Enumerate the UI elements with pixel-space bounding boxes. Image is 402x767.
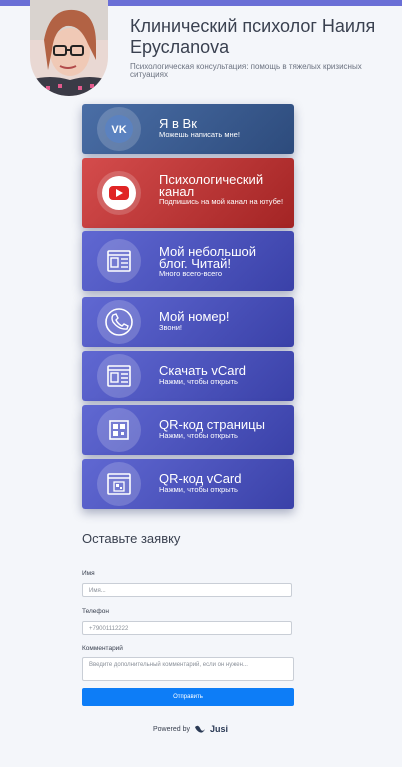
card-title: Психологический канал [159,172,264,199]
brand-name: Jusi [209,724,228,734]
card-title: QR-код vCard [159,471,242,486]
card-youtube[interactable]: Психологический канал Подпишись на мой к… [82,158,294,228]
card-title: Скачать vCard [159,363,247,378]
svg-text:VK: VK [111,124,126,136]
avatar [30,0,108,96]
card-subtitle: Можешь написать мне! [159,130,240,139]
page-subtitle: Психологическая консультация: помощь в т… [130,62,362,79]
phone-field[interactable]: +79001112222 [82,621,292,635]
powered-by-label: Powered by [153,725,190,733]
card-title: Мой номер! [159,309,230,324]
card-subtitle: Нажми, чтобы открыть [159,377,238,386]
powered-by[interactable]: Powered by Jusi [153,724,228,734]
phone-label: Телефон [82,608,109,615]
card-qr-vcard[interactable]: QR-код vCard Нажми, чтобы открыть [82,459,294,509]
page-title: Клинический психолог Наиля Еруслanova [130,16,376,57]
vk-icon: VK [97,107,141,151]
card-subtitle: Нажми, чтобы открыть [159,431,238,440]
card-subtitle: Много всего-всего [159,269,223,278]
submit-button[interactable]: Отправить [82,688,294,706]
webpage-icon [97,354,141,398]
comment-label: Комментарий [82,645,123,652]
name-field[interactable]: Имя... [82,583,292,597]
jusi-logo-icon [194,725,205,733]
card-title: Мой небольшой блог. Читай! [159,244,257,271]
card-title: QR-код страницы [159,417,265,432]
comment-field[interactable]: Введите дополнительный комментарий, если… [82,657,294,681]
youtube-icon [97,171,141,215]
qr-card-icon [97,462,141,506]
card-subtitle: Звони! [159,323,183,332]
form-title: Оставьте заявку [82,531,181,546]
card-download-vcard[interactable]: Скачать vCard Нажми, чтобы открыть [82,351,294,401]
card-subtitle: Нажми, чтобы открыть [159,485,238,494]
webpage-icon [97,239,141,283]
card-subtitle: Подпишись на мой канал на ютубе! [159,197,284,206]
name-label: Имя [82,570,95,577]
card-phone[interactable]: Мой номер! Звони! [82,297,294,347]
card-title: Я в Вк [159,116,197,131]
card-blog[interactable]: Мой небольшой блог. Читай! Много всего-в… [82,231,294,291]
qr-icon [97,408,141,452]
phone-icon [97,300,141,344]
card-qr-page[interactable]: QR-код страницы Нажми, чтобы открыть [82,405,294,455]
card-vk[interactable]: VK Я в Вк Можешь написать мне! [82,104,294,154]
